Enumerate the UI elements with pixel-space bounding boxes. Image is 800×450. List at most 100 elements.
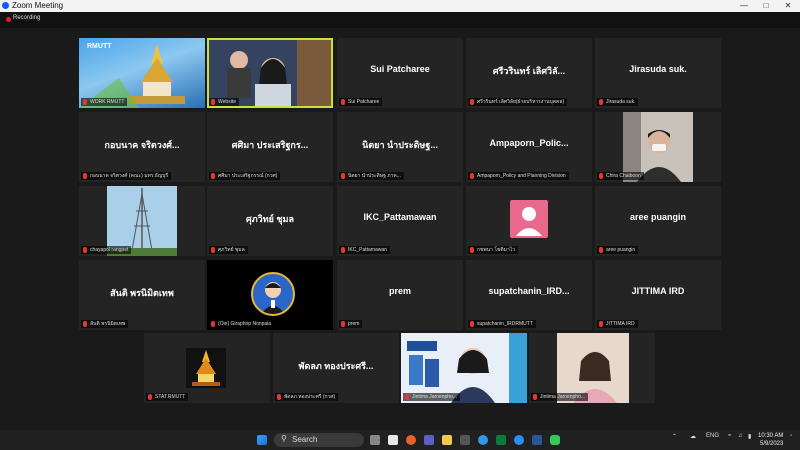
cartoon-avatar-icon bbox=[261, 282, 285, 314]
start-windows-icon[interactable] bbox=[257, 435, 267, 445]
participant-tile[interactable]: พัดลภ ทองประศรี... พัดลภ ทองประศรี (กวศ) bbox=[273, 333, 399, 403]
word-icon[interactable] bbox=[532, 435, 542, 445]
mic-muted-icon bbox=[405, 394, 409, 400]
participant-tile[interactable]: สันติ พรนิมิตเทพ สันติ พรนิมิตเทพ bbox=[79, 260, 205, 330]
participant-tile[interactable]: กอบนาค จริตวงศ์... กอบนาค จริตวงศ์ (คณะ)… bbox=[79, 112, 205, 182]
onedrive-icon[interactable]: ☁ bbox=[690, 433, 696, 440]
participant-name-label: (Oie) Giraphop Nonpala bbox=[209, 320, 275, 328]
participant-tile[interactable]: STAT.RMUTT bbox=[144, 333, 270, 403]
mic-muted-icon bbox=[211, 247, 215, 253]
participant-display-name: สันติ พรนิมิตเทพ bbox=[110, 288, 174, 298]
mic-muted-icon bbox=[470, 99, 474, 105]
participant-name-label: Sui Patcharee bbox=[339, 98, 383, 106]
participant-tile[interactable]: ศุภวิทย์ ชุมล ศุภวิทย์ ชุมล bbox=[207, 186, 333, 256]
notification-icon[interactable]: ▫ bbox=[790, 433, 792, 439]
participant-display-name: aree puangin bbox=[629, 212, 686, 222]
participant-name-label: พัดลภ ทองประศรี (กวศ) bbox=[275, 393, 339, 401]
participant-tile[interactable]: Chira Chaiboon bbox=[595, 112, 721, 182]
store-icon[interactable] bbox=[460, 435, 470, 445]
taskbar-search-box[interactable]: ⚲ Search bbox=[274, 433, 364, 447]
participant-name-label: สันติ พรนิมิตเทพ bbox=[81, 320, 129, 328]
mic-muted-icon bbox=[470, 247, 474, 253]
participant-name-label: นิตยา นำประดิษฐ ภาค... bbox=[339, 172, 404, 180]
chevron-up-icon[interactable]: ⌃ bbox=[672, 433, 677, 440]
file-explorer-icon[interactable] bbox=[442, 435, 452, 445]
zoom-taskbar-icon[interactable] bbox=[514, 435, 524, 445]
mic-muted-icon bbox=[148, 394, 152, 400]
participant-name-label: IKC_Pattamawan bbox=[339, 246, 390, 254]
participant-tile[interactable]: RMUTT WORK RMUTT bbox=[79, 38, 205, 108]
clock-time: 10:30 AM bbox=[758, 433, 784, 439]
participant-display-name: ศรีวรินทร์ เลิศวิลั... bbox=[492, 66, 566, 76]
participant-tile[interactable]: ศรีวรินทร์ เลิศวิลั... ศรีวรินทร์ เลิศวิ… bbox=[466, 38, 592, 108]
participant-display-name: Sui Patcharee bbox=[370, 64, 430, 74]
firefox-icon[interactable] bbox=[406, 435, 416, 445]
participant-name-label: ศศิมา ประเสริฐกรรณ์ (กวศ) bbox=[209, 172, 281, 180]
participant-name-label: chayapol rangpet bbox=[81, 246, 132, 254]
participant-tile[interactable]: aree puangin aree puangin bbox=[595, 186, 721, 256]
battery-icon[interactable]: ▮ bbox=[748, 433, 751, 440]
participant-tile[interactable]: JITTIMA IRD JITTIMA IRD bbox=[595, 260, 721, 330]
avatar bbox=[251, 272, 295, 316]
mic-muted-icon bbox=[470, 173, 474, 179]
participant-tile[interactable]: prem prem bbox=[337, 260, 463, 330]
teams-icon[interactable] bbox=[424, 435, 434, 445]
edge-icon[interactable] bbox=[478, 435, 488, 445]
participant-name-label: กชพนา โชติมาไว bbox=[468, 246, 519, 254]
participant-display-name: พัดลภ ทองประศรี... bbox=[298, 361, 374, 371]
mic-muted-icon bbox=[533, 394, 537, 400]
search-icon: ⚲ bbox=[281, 434, 287, 443]
participant-name-label: Ampaporn_Policy and Planning Division bbox=[468, 172, 569, 180]
participant-name-label: WORK RMUTT bbox=[81, 98, 128, 106]
file-icon[interactable] bbox=[388, 435, 398, 445]
participant-display-name: ศุภวิทย์ ชุมล bbox=[246, 214, 294, 224]
participant-name-label: Jintima Jaroenpho... bbox=[531, 393, 589, 401]
participant-name-label: aree puangin bbox=[597, 246, 639, 254]
participant-name-label: ศุภวิทย์ ชุมล bbox=[209, 246, 248, 254]
participant-tile[interactable]: chayapol rangpet bbox=[79, 186, 205, 256]
webcam-feed bbox=[209, 40, 331, 106]
participant-tile[interactable]: Ampaporn_Polic... Ampaporn_Policy and Pl… bbox=[466, 112, 592, 182]
participant-name-label: STAT.RMUTT bbox=[146, 393, 189, 401]
participant-tile[interactable]: IKC_Pattamawan IKC_Pattamawan bbox=[337, 186, 463, 256]
participant-display-name: supatchanin_IRD... bbox=[488, 286, 570, 296]
participant-name-label: Chira Chaiboon bbox=[597, 172, 644, 180]
excel-icon[interactable] bbox=[496, 435, 506, 445]
title-bar: Zoom Meeting — □ ✕ bbox=[0, 0, 800, 12]
participant-display-name: Ampaporn_Polic... bbox=[489, 138, 569, 148]
participant-tile[interactable]: Jintima Jaroenpho... bbox=[529, 333, 655, 403]
avatar bbox=[510, 200, 548, 238]
mic-muted-icon bbox=[211, 173, 215, 179]
participant-tile[interactable]: ศศิมา ประเสริฐกร... ศศิมา ประเสริฐกรรณ์ … bbox=[207, 112, 333, 182]
close-button[interactable]: ✕ bbox=[777, 0, 799, 12]
recording-dot-icon bbox=[6, 17, 11, 22]
search-placeholder: Search bbox=[292, 435, 318, 444]
participant-tile[interactable]: Jintima Jaroenpho... bbox=[401, 333, 527, 403]
task-view-icon[interactable] bbox=[370, 435, 380, 445]
participant-tile[interactable]: (Oie) Giraphop Nonpala bbox=[207, 260, 333, 330]
participant-display-name: นิตยา นำประดิษฐ... bbox=[362, 140, 438, 150]
mic-muted-icon bbox=[599, 173, 603, 179]
system-clock[interactable]: 10:30 AM 5/9/2023 bbox=[758, 432, 783, 448]
minimize-button[interactable]: — bbox=[733, 0, 755, 12]
participant-tile[interactable]: นิตยา นำประดิษฐ... นิตยา นำประดิษฐ ภาค..… bbox=[337, 112, 463, 182]
participant-display-name: JITTIMA IRD bbox=[631, 286, 685, 296]
windows-taskbar: ⚲ Search ⌃ ☁ ENG ≈ ♫ ▮ 10:30 AM 5/9/2023… bbox=[0, 430, 800, 450]
participant-name-label: JITTIMA IRD bbox=[597, 320, 638, 328]
mic-muted-icon bbox=[83, 247, 87, 253]
participant-image bbox=[186, 348, 226, 388]
wifi-icon[interactable]: ≈ bbox=[728, 433, 731, 439]
participant-tile[interactable]: กชพนา โชติมาไว bbox=[466, 186, 592, 256]
participant-tile[interactable]: Jirasuda suk. Jirasuda suk. bbox=[595, 38, 721, 108]
participant-display-name: กอบนาค จริตวงศ์... bbox=[104, 140, 180, 150]
participant-name-label: Jirasuda suk. bbox=[597, 98, 639, 106]
language-indicator[interactable]: ENG bbox=[706, 433, 719, 439]
participant-tile-active-speaker[interactable]: Website bbox=[207, 38, 333, 108]
recording-indicator[interactable]: Recording bbox=[0, 12, 800, 28]
participant-tile[interactable]: Sui Patcharee Sui Patcharee bbox=[337, 38, 463, 108]
volume-icon[interactable]: ♫ bbox=[738, 433, 743, 439]
participant-tile[interactable]: supatchanin_IRD... supatchanin_IRDRMUTT bbox=[466, 260, 592, 330]
maximize-button[interactable]: □ bbox=[755, 0, 777, 12]
line-icon[interactable] bbox=[550, 435, 560, 445]
mic-muted-icon bbox=[83, 173, 87, 179]
